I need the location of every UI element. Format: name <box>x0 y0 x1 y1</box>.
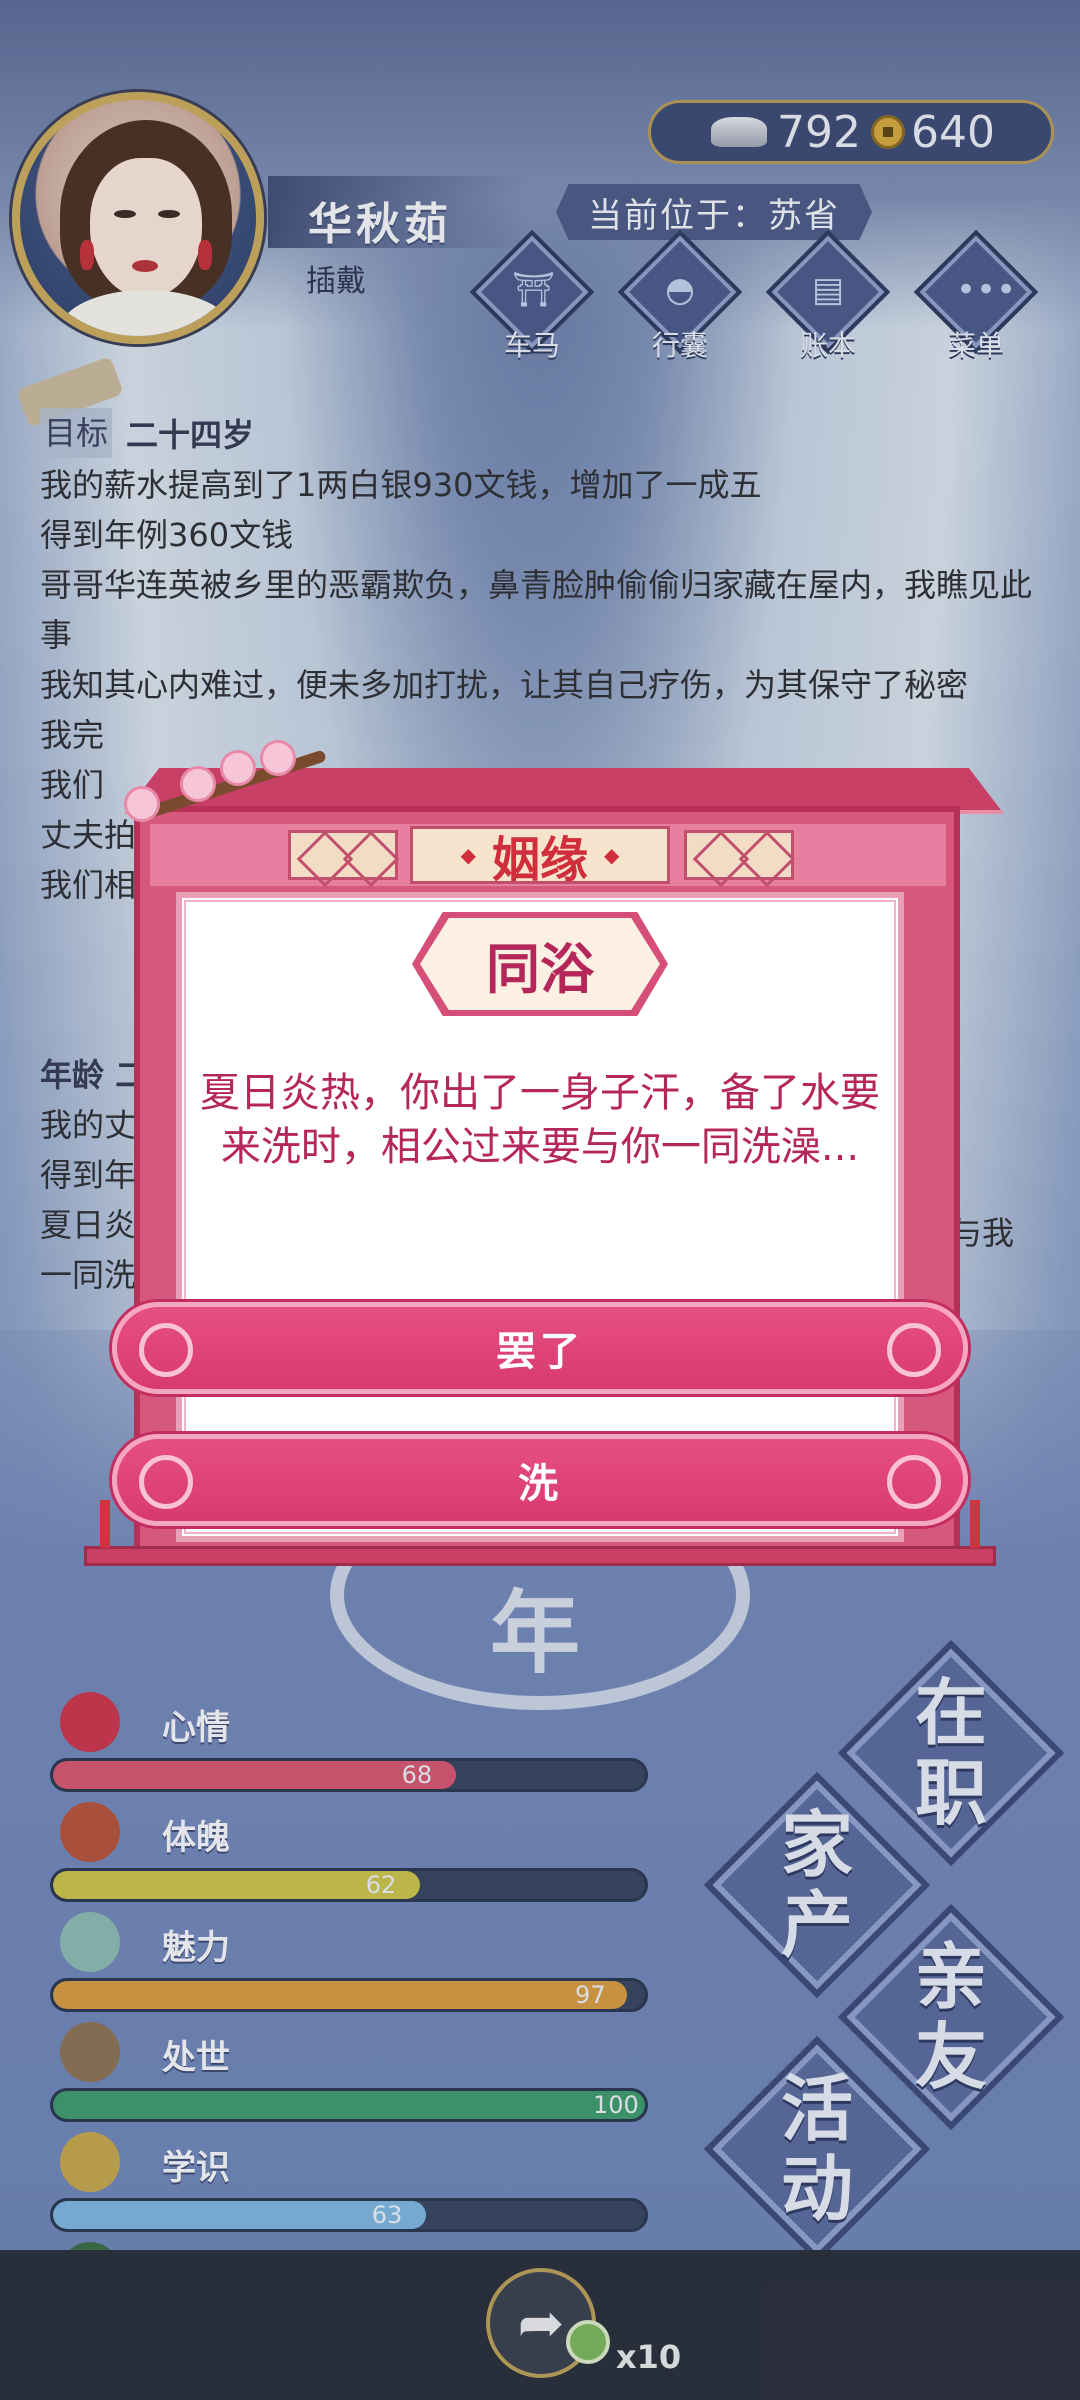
diamond-dot-icon: ◆ <box>460 843 476 867</box>
choice-button-bathe[interactable]: 洗 <box>112 1434 968 1526</box>
pillar-ornament <box>100 1500 110 1548</box>
lattice-ornament-right <box>684 830 794 880</box>
cloud-swirl-icon <box>139 1323 193 1377</box>
modal-base <box>84 1546 996 1566</box>
cloud-swirl-icon <box>887 1455 941 1509</box>
event-description: 夏日炎热，你出了一身子汗，备了水要来洗时，相公过来要与你一同洗澡... <box>200 1070 880 1170</box>
modal-category-title: ◆ 姻缘 ◆ <box>410 826 670 888</box>
diamond-dot-icon: ◆ <box>604 843 620 867</box>
cloud-swirl-icon <box>887 1323 941 1377</box>
choice-label: 罢了 <box>496 1329 584 1375</box>
cloud-swirl-icon <box>139 1455 193 1509</box>
pillar-ornament <box>970 1500 980 1548</box>
modal-category-text: 姻缘 <box>491 832 588 888</box>
choice-button-decline[interactable]: 罢了 <box>112 1302 968 1394</box>
event-title: 同浴 <box>420 918 660 1010</box>
choice-label: 洗 <box>518 1461 562 1507</box>
plum-blossom-icon <box>110 740 327 850</box>
